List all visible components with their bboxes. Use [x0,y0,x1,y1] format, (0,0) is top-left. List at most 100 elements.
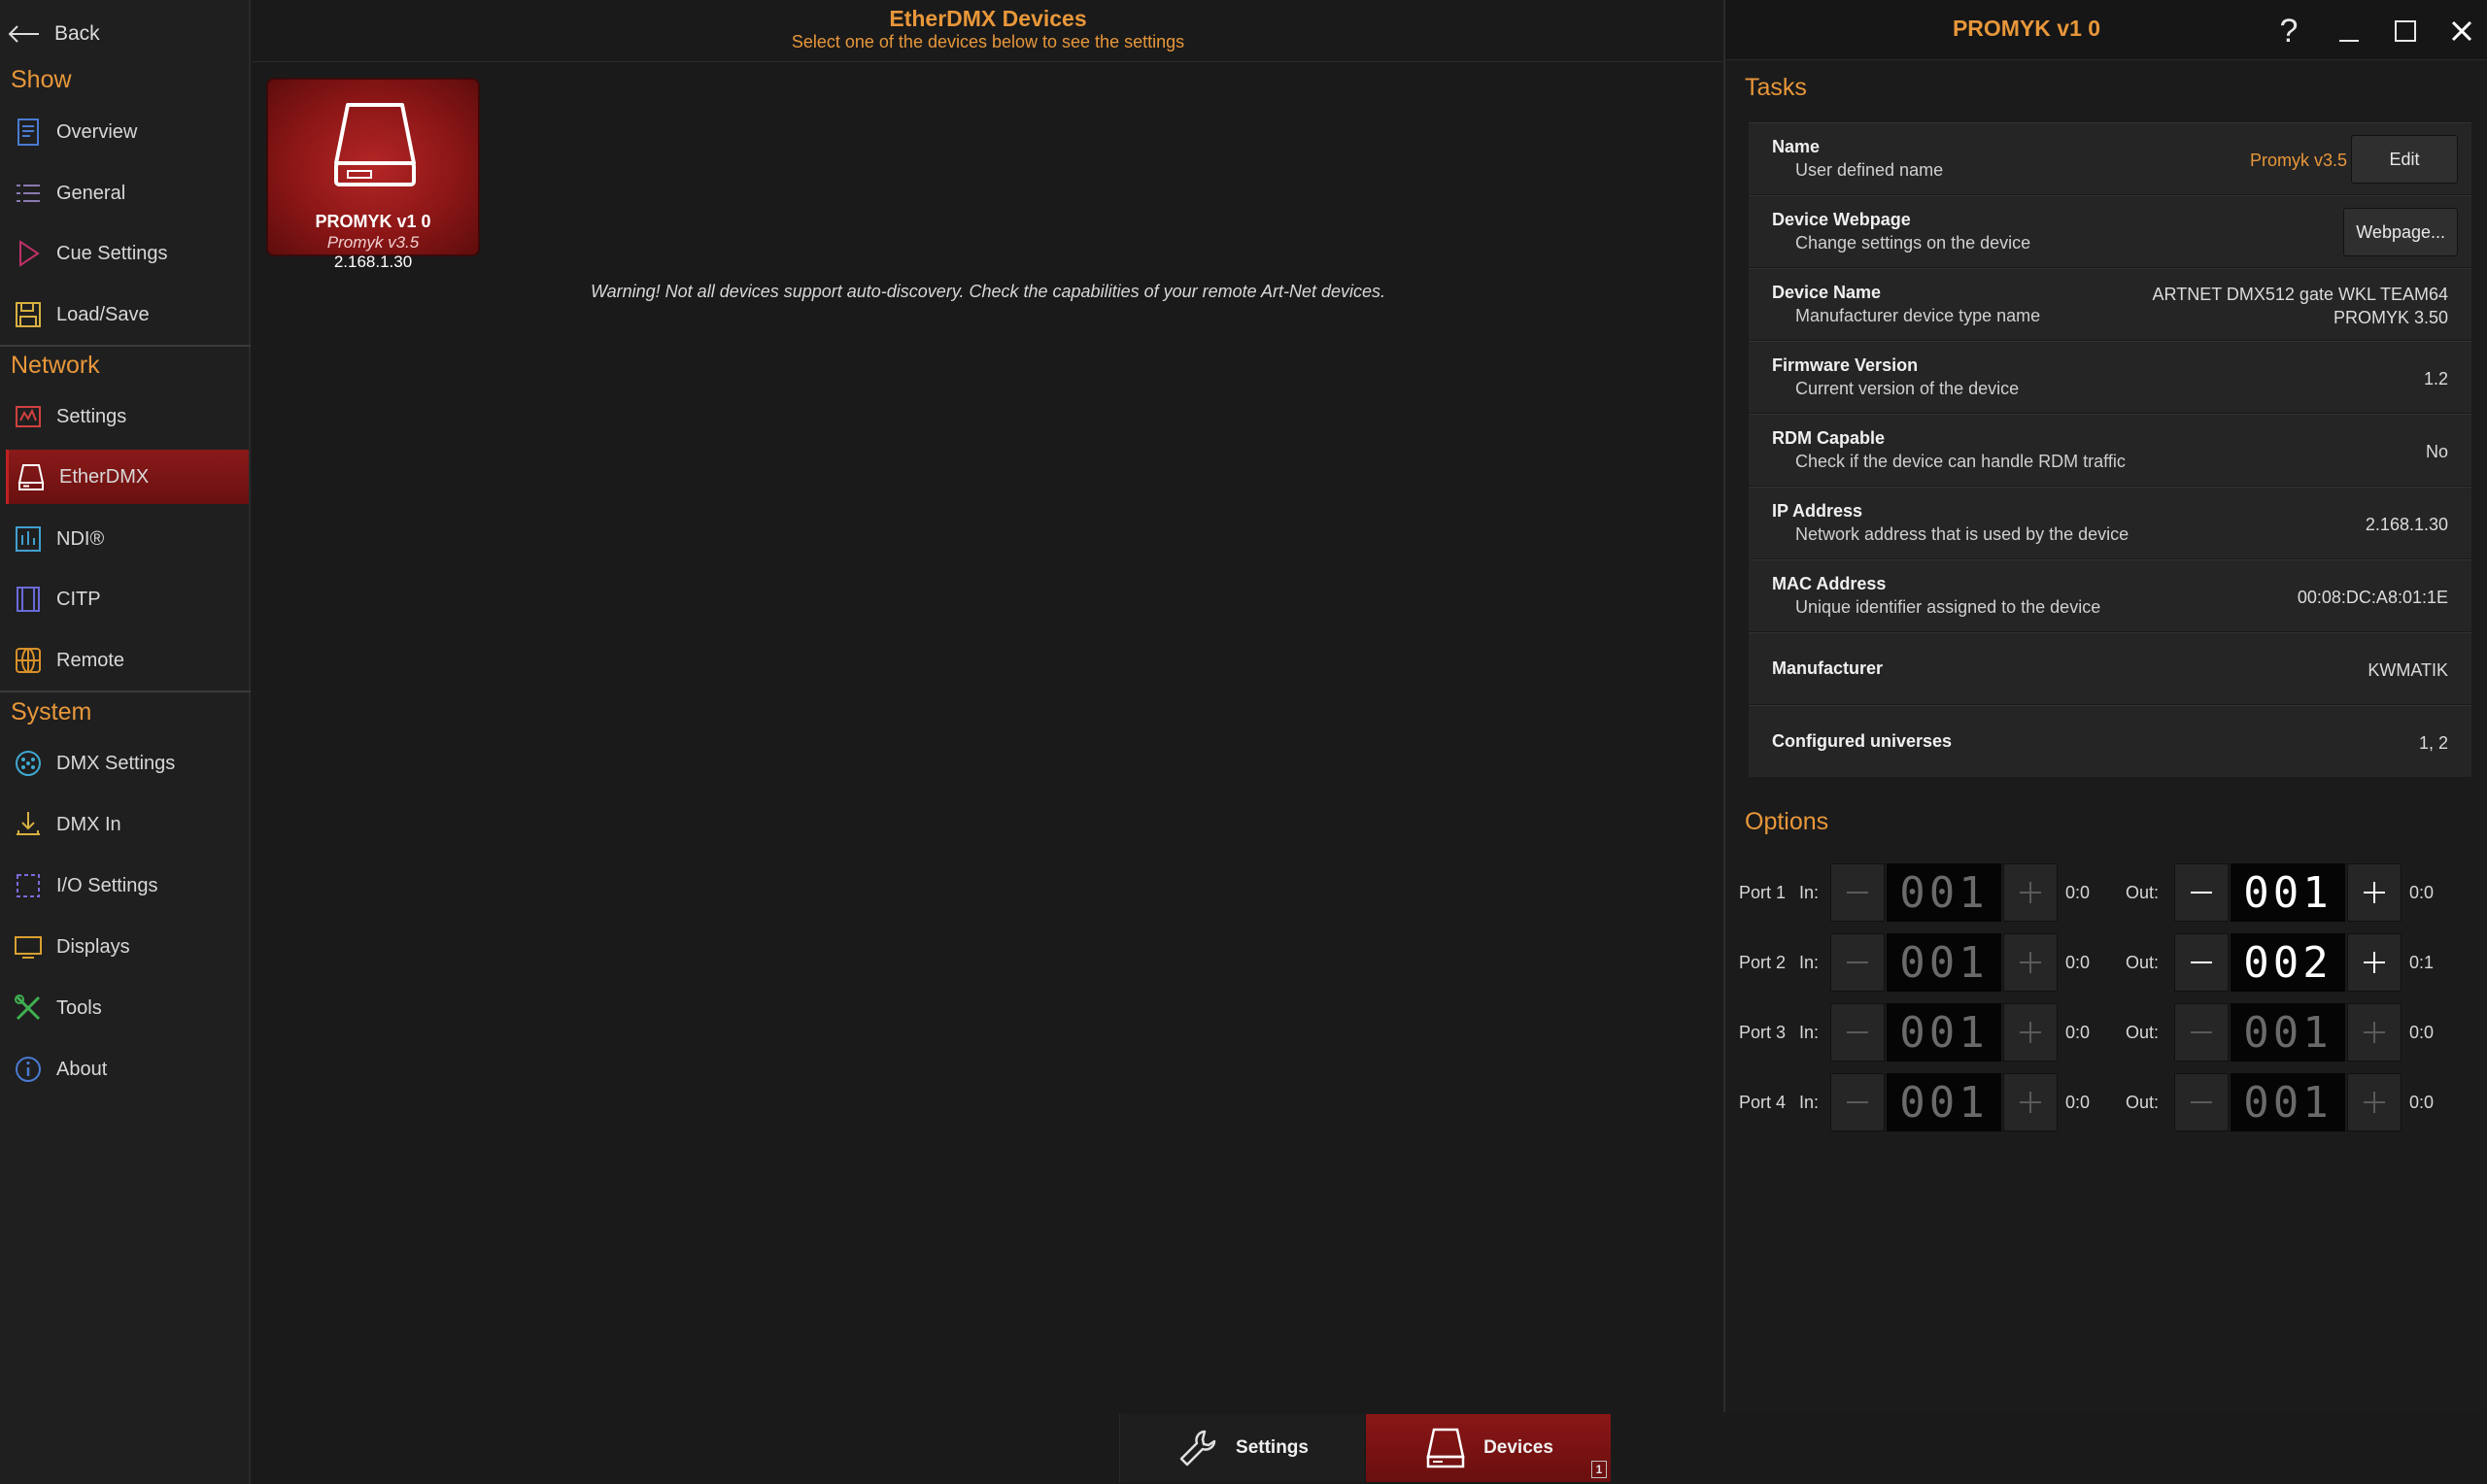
in-label: In: [1799,1092,1820,1112]
tab-label: Devices [1483,1437,1553,1458]
sidebar-item-network-settings[interactable]: Settings [6,389,249,444]
tab-label: Settings [1236,1437,1309,1458]
plus-icon [2364,1092,2385,1113]
arrow-left-icon [8,25,39,43]
sidebar-item-label: Overview [56,120,138,143]
sidebar-item-dmx-in[interactable]: DMX In [6,797,249,852]
sidebar-item-etherdmx[interactable]: EtherDMX [6,450,249,504]
task-row-name: Name User defined name Promyk v3.5 Edit [1749,122,2471,195]
sidebar-item-label: Settings [56,405,127,427]
floppy-icon [12,298,45,331]
maximize-icon [2395,20,2416,42]
universes-value: 1, 2 [2418,732,2448,753]
sidebar-item-dmx-settings[interactable]: DMX Settings [6,736,249,791]
sidebar-item-general[interactable]: General [6,166,249,220]
maximize-button[interactable] [2386,12,2425,51]
plus-icon [2364,1022,2385,1043]
ip-value: 2.168.1.30 [2365,514,2448,534]
plus-icon [2020,1022,2041,1043]
out-increment-button[interactable] [2347,933,2402,992]
panel-header: PROMYK v1 0 ? [1725,0,2487,60]
in-decrement-button[interactable] [1830,863,1885,922]
in-universe-display: 001 [1887,1073,2001,1131]
section-title-show: Show [11,66,72,93]
out-label: Out: [2126,1092,2160,1112]
back-button[interactable]: Back [8,17,100,51]
sidebar-item-load-save[interactable]: Load/Save [6,287,249,342]
in-decrement-button[interactable] [1830,1003,1885,1062]
out-increment-button[interactable] [2347,1073,2402,1131]
section-title-network: Network [11,352,100,379]
close-button[interactable] [2442,12,2481,51]
header: EtherDMX Devices Select one of the devic… [253,0,1723,62]
edit-button[interactable]: Edit [2351,135,2458,184]
sidebar-item-displays[interactable]: Displays [6,920,249,974]
sidebar-item-overview[interactable]: Overview [6,105,249,159]
out-decrement-button[interactable] [2174,1073,2229,1131]
in-subnet: 0:0 [2065,952,2091,972]
task-value: ARTNET DMX512 gate WKL TEAM64 PROMYK 3.5… [2153,269,2448,342]
sidebar-item-label: Displays [56,935,130,958]
out-universe-display: 001 [2231,1073,2345,1131]
play-icon [12,237,45,270]
sidebar-item-ndi[interactable]: NDI® [6,512,249,566]
task-label: Manufacturer [1772,658,1884,678]
device-tile[interactable]: PROMYK v1 0 Promyk v3.5 2.168.1.30 [266,78,480,271]
task-value: 00:08:DC:A8:01:1E [2298,560,2448,633]
sidebar-item-io-settings[interactable]: I/O Settings [6,859,249,913]
out-subnet: 0:0 [2409,1022,2435,1042]
in-decrement-button[interactable] [1830,1073,1885,1131]
sidebar: Back Show Overview General Cue Settings … [0,0,251,1484]
rdm-value: No [2425,441,2448,461]
task-value: 1, 2 [2419,706,2448,779]
sidebar-item-citp[interactable]: CITP [6,572,249,626]
page-subtitle: Select one of the devices below to see t… [791,32,1185,51]
in-increment-button[interactable] [2003,933,2058,992]
film-icon [12,583,45,616]
dmx-in-icon [12,808,45,841]
wrench-icon [1179,1430,1216,1467]
task-row-mac-address: MAC Address Unique identifier assigned t… [1749,559,2471,632]
tasks-title: Tasks [1745,74,1807,101]
device-panel: PROMYK v1 0 ? Tasks Name User defined na… [1723,0,2487,1412]
sidebar-item-label: Load/Save [56,303,150,325]
help-button[interactable]: ? [2269,12,2308,51]
in-decrement-button[interactable] [1830,933,1885,992]
out-universe-display: 001 [2231,1003,2345,1062]
task-label: IP Address [1772,501,1863,521]
tab-devices[interactable]: Devices 1 [1366,1414,1611,1482]
out-label: Out: [2126,882,2160,902]
name-value: Promyk v3.5 [2249,150,2347,170]
out-decrement-button[interactable] [2174,1003,2229,1062]
device-name-value: ARTNET DMX512 gate WKL TEAM64 [2152,284,2448,304]
minus-icon [1847,892,1868,894]
sidebar-item-cue-settings[interactable]: Cue Settings [6,226,249,281]
out-label: Out: [2126,952,2160,972]
device-tile-name: PROMYK v1 0 [315,212,431,231]
in-universe-display: 001 [1887,933,2001,992]
out-increment-button[interactable] [2347,863,2402,922]
in-label: In: [1799,882,1820,902]
etherdmx-icon [15,460,48,493]
task-desc: Network address that is used by the devi… [1795,524,2129,544]
out-decrement-button[interactable] [2174,863,2229,922]
in-increment-button[interactable] [2003,863,2058,922]
out-subnet: 0:1 [2409,952,2435,972]
sidebar-item-remote[interactable]: Remote [6,633,249,688]
out-increment-button[interactable] [2347,1003,2402,1062]
sidebar-item-label: DMX Settings [56,752,176,774]
sidebar-item-about[interactable]: About [6,1042,249,1096]
port-label: Port 3 [1739,1022,1787,1042]
sidebar-item-label: I/O Settings [56,874,158,896]
minimize-button[interactable] [2330,12,2368,51]
task-desc: Check if the device can handle RDM traff… [1795,452,2126,471]
sidebar-item-label: DMX In [56,813,121,835]
tab-settings[interactable]: Settings [1119,1414,1364,1482]
minus-icon [1847,961,1868,963]
task-row-rdm: RDM Capable Check if the device can hand… [1749,414,2471,487]
in-increment-button[interactable] [2003,1073,2058,1131]
sidebar-item-tools[interactable]: Tools [6,981,249,1035]
webpage-button[interactable]: Webpage... [2343,208,2458,256]
out-decrement-button[interactable] [2174,933,2229,992]
in-increment-button[interactable] [2003,1003,2058,1062]
